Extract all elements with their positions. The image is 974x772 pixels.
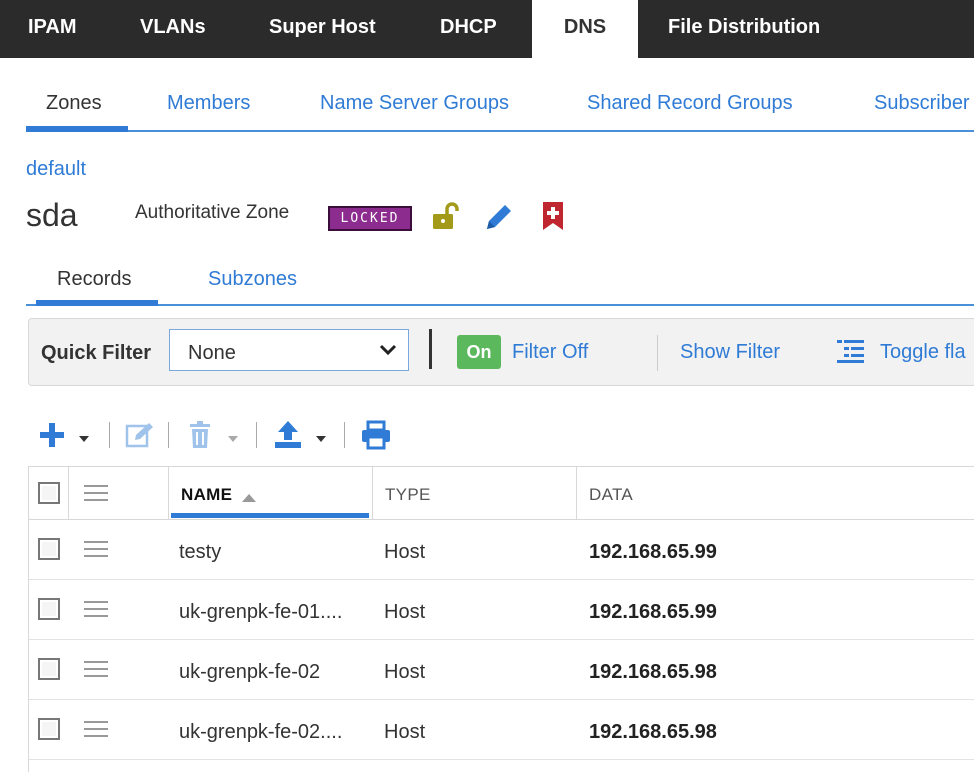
toggle-list-icon[interactable] — [836, 338, 866, 369]
tab-name-server-groups[interactable]: Name Server Groups — [320, 92, 509, 115]
cell-type: Host — [384, 661, 426, 683]
top-navigation: IPAM VLANs Super Host DHCP DNS File Dist… — [0, 0, 974, 58]
sort-ascending-icon — [241, 490, 257, 508]
row-checkbox[interactable] — [38, 538, 60, 560]
tab-dhcp[interactable]: DHCP — [440, 0, 497, 58]
cell-name[interactable]: testy — [179, 541, 221, 564]
zone-content-tabs: Records Subzones — [26, 258, 974, 306]
active-tab-indicator — [26, 126, 128, 132]
edit-icon[interactable] — [125, 421, 155, 454]
divider — [429, 329, 432, 369]
column-menu-icon[interactable] — [84, 485, 108, 501]
cell-name[interactable]: uk-grenpk-fe-01.... — [179, 601, 342, 624]
row-drag-icon[interactable] — [84, 721, 108, 737]
tab-subzones[interactable]: Subzones — [208, 268, 297, 291]
trash-icon[interactable] — [188, 421, 212, 454]
cell-data: 192.168.65.98 — [589, 721, 717, 743]
filter-off-link[interactable]: Filter Off — [512, 341, 588, 364]
cell-data: 192.168.65.99 — [589, 541, 717, 563]
export-icon[interactable] — [273, 419, 303, 454]
cell-type: Host — [384, 721, 426, 743]
unlock-icon[interactable] — [430, 200, 462, 237]
table-row[interactable]: uk-grenpk-fe-02.... Host 192.168.65.98 — [29, 700, 974, 760]
toolbar-divider — [344, 422, 345, 448]
select-all-checkbox[interactable] — [38, 482, 60, 504]
table-row[interactable]: uk-grenpk-fe-02 Host 192.168.65.98 — [29, 640, 974, 700]
row-checkbox[interactable] — [38, 598, 60, 620]
tab-members[interactable]: Members — [167, 92, 250, 115]
tab-super-host[interactable]: Super Host — [269, 0, 376, 58]
table-row[interactable]: testy Host 192.168.65.99 — [29, 520, 974, 580]
table-header: NAME TYPE DATA — [29, 467, 974, 520]
column-header-data-label: DATA — [589, 485, 634, 504]
export-menu-caret-icon[interactable] — [315, 430, 327, 448]
column-header-name[interactable]: NAME — [169, 467, 373, 519]
table-row[interactable]: uk-grenpk-fe-01.... Host 192.168.65.99 — [29, 580, 974, 640]
toolbar-divider — [256, 422, 257, 448]
locked-badge: LOCKED — [328, 206, 412, 231]
delete-menu-caret-icon[interactable] — [227, 430, 239, 448]
add-icon[interactable] — [38, 421, 66, 454]
tab-dns[interactable]: DNS — [532, 0, 638, 58]
cell-data: 192.168.65.98 — [589, 661, 717, 683]
toolbar-divider — [168, 422, 169, 448]
toggle-flat-view-link[interactable]: Toggle fla — [880, 341, 966, 364]
tab-records[interactable]: Records — [57, 268, 131, 291]
header-drag-cell — [69, 467, 169, 519]
row-drag-icon[interactable] — [84, 541, 108, 557]
page-title: sda — [26, 197, 78, 233]
tab-vlans[interactable]: VLANs — [140, 0, 206, 58]
row-drag-icon[interactable] — [84, 661, 108, 677]
records-table: NAME TYPE DATA testy Host 192.168.65.99 … — [28, 466, 974, 772]
tab-file-distribution[interactable]: File Distribution — [668, 0, 820, 58]
tab-subscriber[interactable]: Subscriber — [874, 92, 970, 115]
sort-indicator — [171, 513, 369, 518]
row-drag-icon[interactable] — [84, 601, 108, 617]
quick-filter-value: None — [188, 342, 236, 364]
column-header-type-label: TYPE — [385, 485, 431, 504]
divider — [657, 335, 658, 371]
quick-filter-select[interactable]: None — [169, 329, 409, 371]
show-filter-link[interactable]: Show Filter — [680, 341, 780, 364]
pencil-icon[interactable] — [483, 201, 515, 238]
column-header-data[interactable]: DATA — [577, 467, 974, 519]
cell-name[interactable]: uk-grenpk-fe-02 — [179, 661, 320, 684]
breadcrumb[interactable]: default — [26, 158, 86, 181]
cell-name[interactable]: uk-grenpk-fe-02.... — [179, 721, 342, 744]
cell-type: Host — [384, 601, 426, 623]
filter-on-toggle[interactable]: On — [457, 335, 501, 369]
row-checkbox[interactable] — [38, 718, 60, 740]
column-header-name-label: NAME — [181, 485, 233, 504]
dns-subnavigation: Zones Members Name Server Groups Shared … — [26, 80, 974, 132]
tab-ipam[interactable]: IPAM — [28, 0, 77, 58]
tab-zones[interactable]: Zones — [46, 92, 102, 115]
quick-filter-label: Quick Filter — [41, 342, 152, 364]
cell-type: Host — [384, 541, 426, 563]
chevron-down-icon — [378, 342, 398, 363]
tab-shared-record-groups[interactable]: Shared Record Groups — [587, 92, 793, 115]
toolbar-divider — [109, 422, 110, 448]
quick-filter-bar: Quick Filter None On Filter Off Show Fil… — [28, 318, 974, 386]
print-icon[interactable] — [360, 420, 392, 455]
row-checkbox[interactable] — [38, 658, 60, 680]
cell-data: 192.168.65.99 — [589, 601, 717, 623]
zone-type-label: Authoritative Zone — [135, 202, 290, 223]
header-checkbox-cell — [29, 467, 69, 519]
bookmark-icon[interactable] — [540, 200, 566, 237]
add-menu-caret-icon[interactable] — [78, 430, 90, 448]
column-header-type[interactable]: TYPE — [373, 467, 577, 519]
active-tab-indicator — [36, 300, 158, 306]
